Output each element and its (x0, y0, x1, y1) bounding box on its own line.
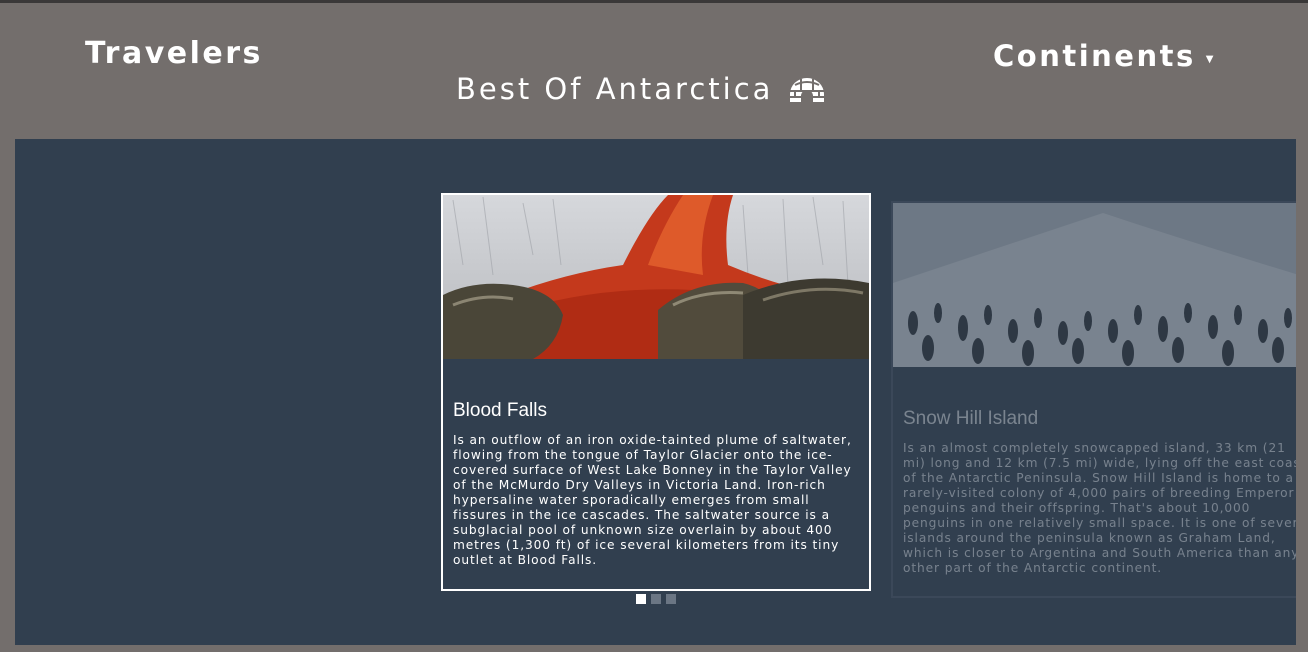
carousel-dot-2[interactable] (651, 594, 661, 604)
igloo-icon (790, 78, 825, 102)
page-title-text: Best Of Antarctica (456, 72, 774, 106)
caret-down-icon: ▼ (1205, 53, 1216, 65)
card-blood-falls[interactable]: Blood Falls Is an outflow of an iron oxi… (441, 193, 871, 591)
top-rule (0, 0, 1308, 3)
carousel-dot-3[interactable] (666, 594, 676, 604)
snow-hill-penguins-image (893, 203, 1296, 367)
carousel[interactable]: Blood Falls Is an outflow of an iron oxi… (15, 139, 1296, 645)
card-description: Is an almost completely snowcapped islan… (903, 441, 1296, 575)
carousel-pagination (636, 594, 676, 604)
card-title: Blood Falls (453, 400, 547, 421)
continents-dropdown[interactable]: Continents ▼ (993, 39, 1216, 73)
card-title: Snow Hill Island (903, 408, 1039, 429)
carousel-dot-1[interactable] (636, 594, 646, 604)
brand-link[interactable]: Travelers (85, 36, 263, 71)
card-description: Is an outflow of an iron oxide-tainted p… (453, 433, 852, 567)
card-snow-hill-island[interactable]: Snow Hill Island Is an almost completely… (891, 201, 1296, 598)
continents-label: Continents (993, 39, 1196, 73)
blood-falls-image (443, 195, 869, 359)
page-title: Best Of Antarctica (456, 72, 825, 106)
